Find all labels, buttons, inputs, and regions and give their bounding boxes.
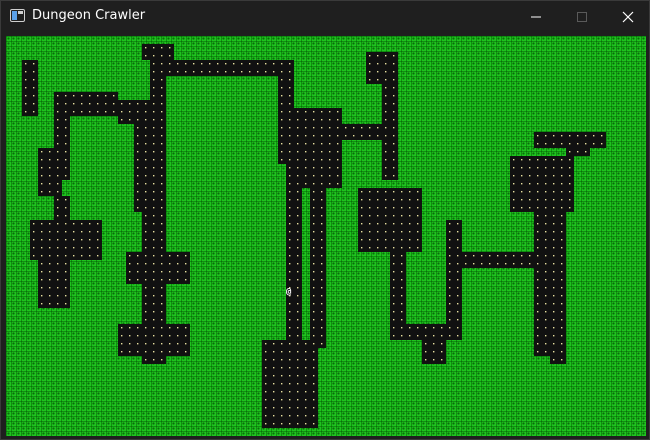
minimize-button[interactable] [513, 1, 559, 32]
dungeon-room [54, 196, 70, 260]
dungeon-floor-area [22, 60, 38, 116]
dungeon-floor-area [54, 196, 70, 260]
game-viewport[interactable]: @ [6, 36, 646, 436]
dungeon-floor-area [302, 340, 318, 364]
dungeon-room [446, 220, 462, 340]
dungeon-floor-area [38, 148, 62, 196]
window-title: Dungeon Crawler [32, 8, 146, 23]
dungeon-floor-area [158, 60, 294, 76]
dungeon-floor-area [446, 220, 462, 340]
maximize-button[interactable] [559, 1, 605, 32]
minimize-icon [531, 16, 541, 18]
dungeon-floor-area [310, 180, 326, 348]
maximize-icon [577, 12, 587, 22]
dungeon-room [302, 340, 318, 364]
dungeon-room [158, 60, 294, 76]
app-window: Dungeon Crawler @ [0, 0, 650, 440]
dungeon-room [38, 260, 70, 308]
dungeon-room [382, 68, 398, 180]
dungeon-room [550, 204, 566, 364]
dungeon-room [310, 180, 326, 348]
title-bar[interactable]: Dungeon Crawler [1, 1, 649, 32]
dungeon-room [22, 60, 38, 116]
dungeon-room [510, 156, 574, 212]
dungeon-room [38, 148, 62, 196]
player-character: @ [286, 287, 292, 297]
dungeon-floor-area [510, 156, 574, 212]
dungeon-floor-area [38, 260, 70, 308]
close-button[interactable] [605, 1, 650, 32]
app-window-icon [10, 9, 25, 22]
close-icon [622, 11, 634, 23]
dungeon-room [358, 188, 422, 252]
dungeon-floor-area [358, 188, 422, 252]
dungeon-floor-area [550, 204, 566, 364]
dungeon-map [22, 44, 606, 428]
dungeon-floor-area [382, 68, 398, 180]
